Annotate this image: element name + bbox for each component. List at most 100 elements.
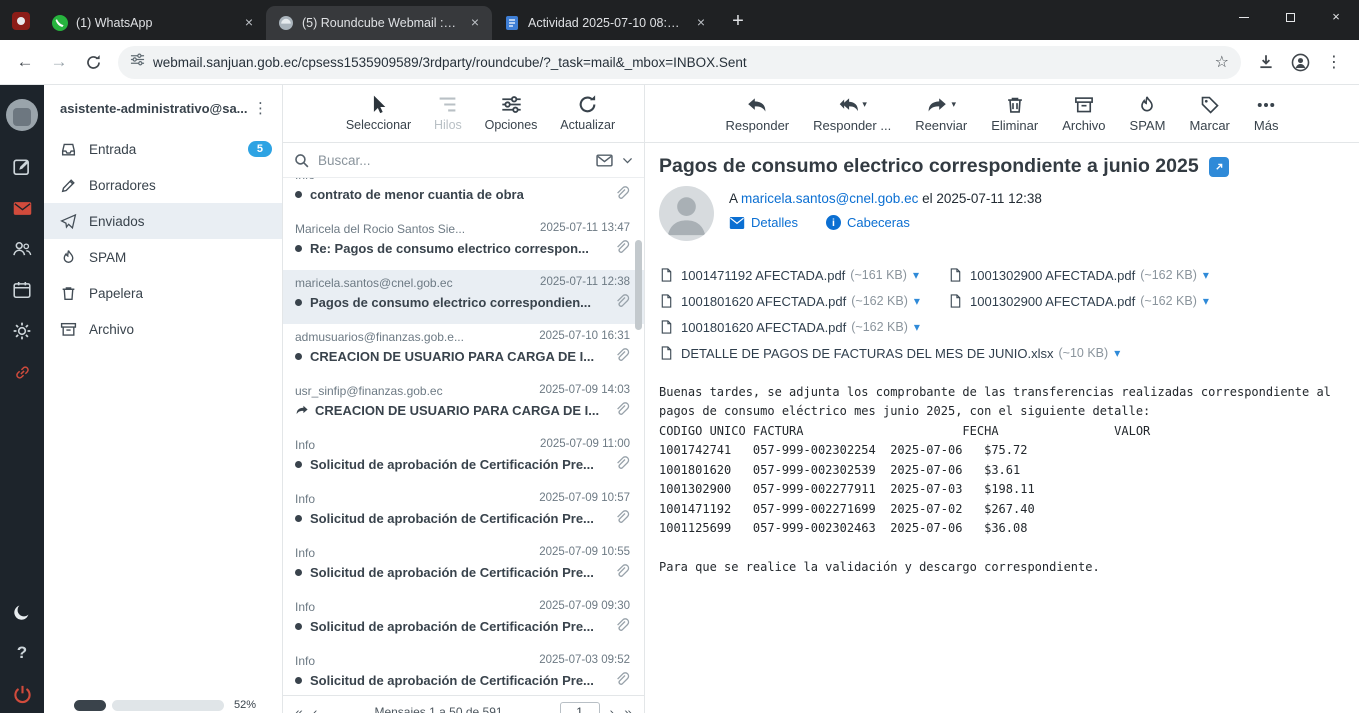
message-date: 2025-07-11 13:47	[540, 222, 630, 236]
tab-roundcube[interactable]: (5) Roundcube Webmail :: Envia ×	[266, 6, 492, 40]
bookmark-star-icon[interactable]: ☆	[1215, 52, 1229, 72]
account-email: asistente-administrativo@sa...	[60, 101, 249, 116]
list-footer: « ‹ Mensajes 1 a 50 de 591 › »	[283, 695, 644, 713]
downloads-button[interactable]	[1251, 47, 1281, 77]
next-page-button[interactable]: ›	[610, 704, 615, 713]
folder-trash[interactable]: Papelera	[44, 275, 282, 311]
archive-box-icon	[60, 321, 77, 338]
spam-button[interactable]: SPAM	[1130, 94, 1166, 133]
message-row[interactable]: usr_sinfip@finanzas.gob.ec2025-07-09 14:…	[283, 378, 644, 432]
reply-button[interactable]: Responder	[726, 94, 790, 133]
chevron-down-icon[interactable]	[621, 152, 634, 169]
dark-mode-button[interactable]	[11, 601, 33, 623]
attachment[interactable]: 1001302900 AFECTADA.pdf(~162 KB)▾	[948, 293, 1237, 309]
attachment[interactable]: 1001471192 AFECTADA.pdf(~161 KB)▾	[659, 267, 948, 283]
minimize-button[interactable]	[1221, 0, 1267, 34]
folder-sent[interactable]: Enviados	[44, 203, 282, 239]
message-row[interactable]: admusuarios@finanzas.gob.e...2025-07-10 …	[283, 324, 644, 378]
search-input[interactable]	[318, 153, 588, 168]
links-button[interactable]	[11, 361, 33, 383]
message-row[interactable]: Info2025-07-09 11:00 Solicitud de aproba…	[283, 432, 644, 486]
attachment-menu-caret[interactable]: ▾	[913, 268, 919, 282]
forward-button[interactable]: ▾ Reenviar	[915, 94, 967, 133]
archive-button[interactable]: Archivo	[1062, 94, 1105, 133]
folder-spam[interactable]: SPAM	[44, 239, 282, 275]
file-pdf-icon	[659, 267, 674, 283]
forward-button[interactable]: →	[44, 47, 74, 77]
refresh-button[interactable]: Actualizar	[560, 94, 615, 132]
back-button[interactable]: ←	[10, 47, 40, 77]
sliders-icon	[501, 94, 522, 115]
list-scrollbar[interactable]	[635, 240, 642, 330]
folder-archive[interactable]: Archivo	[44, 311, 282, 347]
attachment-menu-caret[interactable]: ▾	[1114, 346, 1120, 360]
folder-inbox[interactable]: Entrada 5	[44, 131, 282, 167]
message-subject: CREACION DE USUARIO PARA CARGA DE I...	[310, 349, 608, 364]
message-row[interactable]: Info2025-07-09 10:55 Solicitud de aproba…	[283, 540, 644, 594]
message-row[interactable]: Info2025-07-09 10:57 Solicitud de aproba…	[283, 486, 644, 540]
open-in-new-window-icon[interactable]	[1209, 157, 1229, 177]
paperclip-icon	[614, 240, 630, 256]
last-page-button[interactable]: »	[624, 704, 632, 713]
document-tab-icon	[504, 15, 520, 31]
paperclip-icon	[614, 456, 630, 472]
attachment-menu-caret[interactable]: ▾	[914, 320, 920, 334]
attachment-menu-caret[interactable]: ▾	[1203, 294, 1209, 308]
contacts-button[interactable]	[11, 238, 33, 260]
settings-gear-icon[interactable]	[11, 320, 33, 342]
tab-actividad[interactable]: Actividad 2025-07-10 08:00:00 ×	[492, 6, 718, 40]
reply-all-button[interactable]: ▾ Responder ...	[813, 94, 891, 133]
details-link[interactable]: Detalles	[729, 215, 798, 230]
reply-icon	[746, 95, 768, 115]
recipient-email-link[interactable]: maricela.santos@cnel.gob.ec	[741, 191, 918, 206]
threads-button[interactable]: Hilos	[434, 94, 462, 132]
tab-close-icon[interactable]: ×	[240, 14, 258, 32]
site-settings-icon[interactable]	[130, 52, 145, 72]
search-scope-mail-icon[interactable]	[596, 152, 613, 169]
attachment[interactable]: 1001801620 AFECTADA.pdf(~162 KB)▾	[659, 319, 948, 335]
more-button[interactable]: Más	[1254, 94, 1279, 133]
maximize-button[interactable]	[1267, 0, 1313, 34]
message-row-selected[interactable]: maricela.santos@cnel.gob.ec2025-07-11 12…	[283, 270, 644, 324]
first-page-button[interactable]: «	[295, 704, 303, 713]
tab-close-icon[interactable]: ×	[466, 14, 484, 32]
message-row[interactable]: Info2025-07-14 11:01 contrato de menor c…	[283, 178, 644, 216]
compose-button[interactable]	[11, 156, 33, 178]
folder-menu-kebab-icon[interactable]: ⋮	[249, 99, 272, 117]
archive-box-icon	[1073, 95, 1095, 115]
browser-menu-button[interactable]: ⋮	[1319, 47, 1349, 77]
close-window-button[interactable]: ×	[1313, 0, 1359, 34]
headers-link[interactable]: iCabeceras	[826, 215, 910, 230]
message-subject: Solicitud de aprobación de Certificación…	[310, 673, 608, 688]
window-controls: ×	[1221, 0, 1359, 34]
new-tab-button[interactable]: +	[724, 8, 752, 36]
app-logo-avatar[interactable]	[6, 99, 38, 131]
attachment[interactable]: DETALLE DE PAGOS DE FACTURAS DEL MES DE …	[659, 345, 1120, 361]
message-row[interactable]: Maricela del Rocio Santos Sie...2025-07-…	[283, 216, 644, 270]
profile-button[interactable]	[1285, 47, 1315, 77]
attachment[interactable]: 1001302900 AFECTADA.pdf(~162 KB)▾	[948, 267, 1237, 283]
page-input[interactable]	[560, 702, 600, 713]
paperclip-icon	[614, 294, 630, 310]
tab-close-icon[interactable]: ×	[692, 14, 710, 32]
help-button[interactable]: ?	[11, 642, 33, 664]
attachment[interactable]: 1001801620 AFECTADA.pdf(~162 KB)▾	[659, 293, 948, 309]
options-button[interactable]: Opciones	[485, 94, 538, 132]
select-button[interactable]: Seleccionar	[346, 94, 411, 132]
message-row[interactable]: Info2025-07-03 09:52 Solicitud de aproba…	[283, 648, 644, 695]
info-icon: i	[826, 215, 841, 230]
message-subject: CREACION DE USUARIO PARA CARGA DE I...	[315, 403, 608, 418]
delete-button[interactable]: Eliminar	[991, 94, 1038, 133]
attachment-menu-caret[interactable]: ▾	[914, 294, 920, 308]
calendar-button[interactable]	[11, 279, 33, 301]
mark-button[interactable]: Marcar	[1189, 94, 1229, 133]
mail-button[interactable]	[11, 197, 33, 219]
message-row[interactable]: Info2025-07-09 09:30 Solicitud de aproba…	[283, 594, 644, 648]
reload-button[interactable]	[78, 47, 108, 77]
logout-power-button[interactable]	[11, 683, 33, 705]
folder-drafts[interactable]: Borradores	[44, 167, 282, 203]
tab-whatsapp[interactable]: (1) WhatsApp ×	[40, 6, 266, 40]
attachment-menu-caret[interactable]: ▾	[1203, 268, 1209, 282]
prev-page-button[interactable]: ‹	[313, 704, 318, 713]
address-bar[interactable]: webmail.sanjuan.gob.ec/cpsess1535909589/…	[118, 46, 1241, 79]
